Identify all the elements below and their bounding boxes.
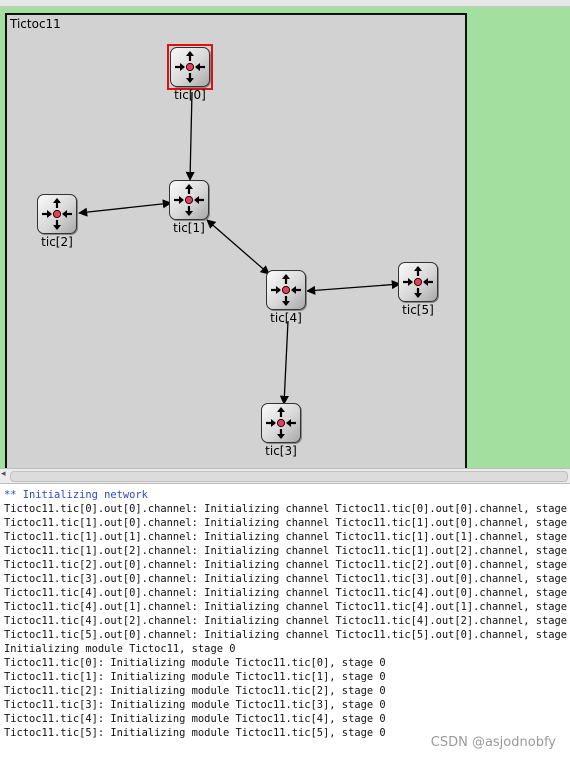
scrollbar-thumb[interactable] bbox=[10, 471, 568, 482]
node-tic4[interactable]: tic[4] bbox=[266, 270, 306, 325]
log-line: Tictoc11.tic[4].out[2].channel: Initiali… bbox=[4, 615, 570, 627]
router-icon bbox=[170, 47, 210, 87]
node-label-tic4: tic[4] bbox=[270, 311, 302, 325]
log-line: Tictoc11.tic[1].out[2].channel: Initiali… bbox=[4, 545, 570, 557]
log-line: ** Initializing network bbox=[4, 489, 148, 501]
log-line: Tictoc11.tic[1].out[1].channel: Initiali… bbox=[4, 531, 570, 543]
log-line: Tictoc11.tic[2].out[0].channel: Initiali… bbox=[4, 559, 570, 571]
link-tic0-tic1[interactable] bbox=[185, 91, 195, 181]
node-label-tic1: tic[1] bbox=[173, 221, 205, 235]
router-icon bbox=[169, 180, 209, 220]
node-tic1[interactable]: tic[1] bbox=[169, 180, 209, 235]
node-label-tic0: tic[0] bbox=[174, 88, 206, 102]
log-line: Tictoc11.tic[4].out[1].channel: Initiali… bbox=[4, 601, 570, 613]
log-line: Tictoc11.tic[2]: Initializing module Tic… bbox=[4, 685, 386, 697]
router-icon bbox=[266, 270, 306, 310]
link-tic1-tic2[interactable] bbox=[78, 199, 172, 217]
network-module-tictoc11[interactable]: Tictoc11 tic[0] tic[1] tic[2] tic[3] tic… bbox=[5, 13, 467, 473]
router-icon bbox=[37, 194, 77, 234]
node-tic2[interactable]: tic[2] bbox=[37, 194, 77, 249]
log-output-panel: ** Initializing network Tictoc11.tic[0].o… bbox=[0, 484, 570, 759]
scroll-left-icon[interactable]: ◂ bbox=[1, 469, 6, 479]
log-line: Tictoc11.tic[0]: Initializing module Tic… bbox=[4, 657, 386, 669]
log-line: Tictoc11.tic[5]: Initializing module Tic… bbox=[4, 727, 386, 739]
router-icon bbox=[261, 403, 301, 443]
log-line: Initializing module Tictoc11, stage 0 bbox=[4, 643, 236, 655]
network-canvas: Tictoc11 tic[0] tic[1] tic[2] tic[3] tic… bbox=[0, 0, 570, 473]
node-label-tic5: tic[5] bbox=[402, 303, 434, 317]
node-tic3[interactable]: tic[3] bbox=[261, 403, 301, 458]
node-label-tic3: tic[3] bbox=[265, 444, 297, 458]
log-line: Tictoc11.tic[3].out[0].channel: Initiali… bbox=[4, 573, 570, 585]
log-line: Tictoc11.tic[0].out[0].channel: Initiali… bbox=[4, 503, 570, 515]
log-line: Tictoc11.tic[4]: Initializing module Tic… bbox=[4, 713, 386, 725]
top-toolbar-strip bbox=[0, 0, 570, 7]
log-line: Tictoc11.tic[5].out[0].channel: Initiali… bbox=[4, 629, 570, 641]
router-icon bbox=[398, 262, 438, 302]
node-tic5[interactable]: tic[5] bbox=[398, 262, 438, 317]
log-line: Tictoc11.tic[4].out[0].channel: Initiali… bbox=[4, 587, 570, 599]
watermark: CSDN @asjodnobfy bbox=[430, 735, 556, 750]
node-label-tic2: tic[2] bbox=[41, 235, 73, 249]
log-line: Tictoc11.tic[1].out[0].channel: Initiali… bbox=[4, 517, 570, 529]
horizontal-scrollbar[interactable]: ◂ bbox=[0, 468, 570, 484]
log-line: Tictoc11.tic[3]: Initializing module Tic… bbox=[4, 699, 386, 711]
link-tic4-tic5[interactable] bbox=[306, 280, 401, 295]
node-tic0[interactable]: tic[0] bbox=[167, 44, 213, 102]
link-tic4-tic3[interactable] bbox=[279, 320, 289, 405]
log-line: Tictoc11.tic[1]: Initializing module Tic… bbox=[4, 671, 386, 683]
